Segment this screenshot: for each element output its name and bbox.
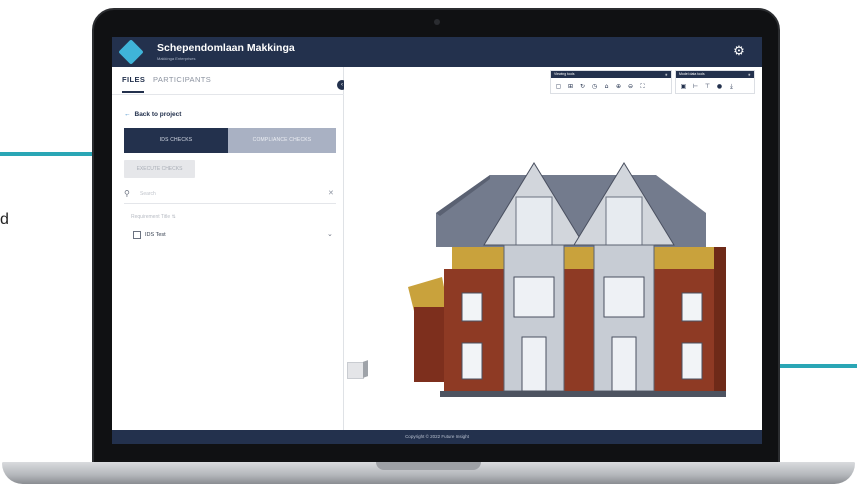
chevron-down-icon[interactable]: ⌄ (327, 230, 333, 238)
screen: Schependomlaan Makkinga Makkinga Enterpr… (112, 37, 762, 444)
plinth (440, 391, 726, 397)
left-panel: FILES PARTICIPANTS ‹ ← Back to project ID… (112, 67, 347, 430)
window (461, 342, 483, 380)
gable-window-left (515, 196, 553, 246)
callout-line-left (0, 152, 100, 156)
segment-ids-checks[interactable]: IDS CHECKS (124, 128, 228, 153)
search-field[interactable]: ⚲ Search ✕ (124, 186, 336, 204)
close-icon[interactable]: ✕ (328, 189, 334, 197)
requirement-title-sort[interactable]: Requirement Title ⇅ (131, 214, 176, 220)
cut-off-text: d (0, 211, 9, 228)
project-title: Schependomlaan Makkinga (157, 42, 295, 54)
window (461, 292, 483, 322)
model-viewer[interactable]: Viewing tools ⌆ ▢ ⊞ ↻ ◷ ⌂ ⊕ ⊖ ⛶ Model dat… (344, 67, 762, 430)
window (513, 276, 555, 318)
yellow-band (452, 247, 714, 269)
app-logo (118, 39, 144, 65)
back-to-project-link[interactable]: ← Back to project (124, 111, 181, 118)
app-header: Schependomlaan Makkinga Makkinga Enterpr… (112, 37, 762, 67)
door (521, 336, 547, 392)
window (681, 292, 703, 322)
callout-line-right (776, 364, 857, 368)
list-item[interactable]: IDS Test ⌄ (124, 228, 336, 244)
back-label: Back to project (134, 111, 182, 118)
footer: Copyright © 2022 Future Insight (112, 430, 762, 444)
building-model (408, 162, 726, 397)
search-icon: ⚲ (124, 189, 130, 198)
laptop-notch (376, 462, 481, 470)
ids-test-checkbox[interactable] (133, 231, 141, 239)
camera-icon (434, 19, 440, 25)
search-input[interactable]: Search (140, 191, 156, 197)
arrow-left-icon: ← (124, 111, 131, 118)
panel-tabs: FILES PARTICIPANTS (112, 67, 344, 95)
window (603, 276, 645, 318)
door (611, 336, 637, 392)
execute-checks-button[interactable]: EXECUTE CHECKS (124, 160, 195, 178)
project-subtitle: Makkinga Enterprises (157, 56, 196, 61)
window (681, 342, 703, 380)
stage: d Schependomlaan Makkinga Makkinga Enter… (0, 0, 857, 498)
segment-compliance-checks[interactable]: COMPLIANCE CHECKS (228, 128, 336, 153)
brick-side (714, 247, 726, 391)
sort-icon: ⇅ (171, 214, 176, 220)
ids-test-label: IDS Test (145, 232, 166, 238)
tab-files-underline (122, 91, 144, 93)
tab-files[interactable]: FILES (122, 75, 145, 84)
gable-window-right (605, 196, 643, 246)
gear-icon[interactable]: ⚙ (732, 44, 746, 58)
requirement-title-label: Requirement Title (131, 214, 171, 220)
tab-participants[interactable]: PARTICIPANTS (153, 75, 211, 84)
